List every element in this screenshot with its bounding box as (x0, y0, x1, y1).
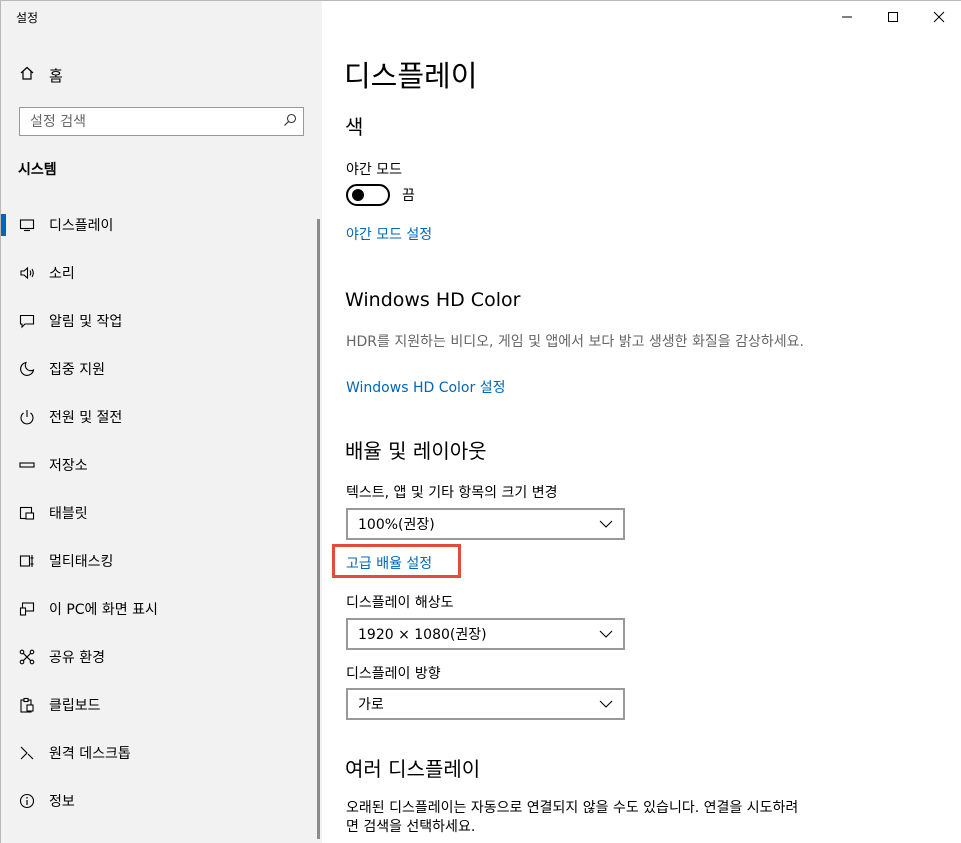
page-title: 디스플레이 (344, 59, 478, 93)
sidebar-item-label: 디스플레이 (49, 218, 114, 234)
sidebar-nav: 디스플레이 소리 알림 및 작업 집중 지원 전원 및 절전 저장소 태블릿 멀… (1, 201, 322, 825)
power-icon (19, 409, 35, 425)
sidebar-item-shared-experiences[interactable]: 공유 환경 (1, 633, 322, 681)
orientation-label: 디스플레이 방향 (346, 666, 441, 682)
home-icon (19, 65, 49, 85)
color-heading: 색 (345, 115, 364, 139)
text-size-select[interactable]: 100%(권장) (346, 508, 625, 540)
night-mode-settings-link[interactable]: 야간 모드 설정 (346, 224, 432, 244)
sidebar-item-tablet[interactable]: 태블릿 (1, 489, 322, 537)
storage-icon (19, 457, 35, 473)
clipboard-icon (19, 697, 35, 713)
settings-window: 설정 홈 시스템 디스플레이 (0, 0, 961, 843)
resolution-select[interactable]: 1920 × 1080(권장) (346, 618, 625, 650)
home-label: 홈 (49, 66, 63, 85)
sidebar-item-clipboard[interactable]: 클립보드 (1, 681, 322, 729)
remote-icon (19, 745, 35, 761)
speaker-icon (19, 265, 35, 281)
chevron-down-icon (599, 626, 613, 642)
section-heading: 시스템 (18, 162, 57, 178)
sidebar: 설정 홈 시스템 디스플레이 (1, 1, 322, 843)
notification-icon (19, 313, 35, 329)
window-title: 설정 (16, 11, 39, 25)
sidebar-item-label: 클립보드 (49, 698, 101, 714)
night-mode-toggle-row: 끔 (346, 184, 415, 206)
sidebar-item-remote-desktop[interactable]: 원격 데스크톱 (1, 729, 322, 777)
text-size-value: 100%(권장) (358, 517, 435, 533)
night-mode-state: 끔 (402, 188, 415, 204)
chevron-down-icon (599, 516, 613, 532)
sidebar-item-label: 태블릿 (49, 506, 88, 522)
sidebar-item-project-to-pc[interactable]: 이 PC에 화면 표시 (1, 585, 322, 633)
tablet-icon (19, 505, 35, 521)
window-controls (824, 1, 961, 33)
minimize-button[interactable] (824, 1, 870, 33)
hdr-heading: Windows HD Color (345, 289, 521, 311)
sidebar-item-focus-assist[interactable]: 집중 지원 (1, 345, 322, 393)
sidebar-scrollbar[interactable] (317, 219, 320, 839)
search-box[interactable] (19, 107, 304, 136)
orientation-select[interactable]: 가로 (346, 688, 625, 720)
sidebar-item-label: 멀티태스킹 (49, 554, 114, 570)
sidebar-item-label: 정보 (49, 794, 75, 810)
resolution-label: 디스플레이 해상도 (346, 595, 454, 611)
close-icon (933, 8, 945, 27)
sidebar-item-label: 공유 환경 (49, 650, 105, 666)
share-icon (19, 649, 35, 665)
sidebar-item-sound[interactable]: 소리 (1, 249, 322, 297)
sidebar-item-storage[interactable]: 저장소 (1, 441, 322, 489)
search-input[interactable] (30, 113, 283, 130)
hdr-description: HDR를 지원하는 비디오, 게임 및 앱에서 보다 밝고 생생한 화질을 감상… (346, 334, 804, 350)
multi-display-description: 오래된 디스플레이는 자동으로 연결되지 않을 수도 있습니다. 연결을 시도하… (346, 800, 799, 835)
multitask-icon (19, 553, 35, 569)
multi-display-heading: 여러 디스플레이 (345, 757, 481, 781)
home-nav-item[interactable]: 홈 (19, 63, 63, 87)
toggle-knob (352, 189, 364, 201)
sidebar-item-label: 저장소 (49, 458, 88, 474)
sidebar-item-about[interactable]: 정보 (1, 777, 322, 825)
sidebar-item-label: 소리 (49, 266, 75, 282)
night-mode-toggle[interactable] (346, 184, 390, 206)
sidebar-item-label: 원격 데스크톱 (49, 746, 131, 762)
sidebar-item-label: 집중 지원 (49, 362, 105, 378)
night-mode-label: 야간 모드 (346, 162, 402, 178)
info-icon (19, 793, 35, 809)
sidebar-item-label: 이 PC에 화면 표시 (49, 602, 158, 618)
sidebar-item-multitasking[interactable]: 멀티태스킹 (1, 537, 322, 585)
main-content: 디스플레이 색 야간 모드 끔 야간 모드 설정 Windows HD Colo… (322, 1, 961, 843)
project-icon (19, 601, 35, 617)
minimize-icon (841, 8, 853, 27)
monitor-icon (19, 217, 35, 233)
chevron-down-icon (599, 696, 613, 712)
sidebar-item-power[interactable]: 전원 및 절전 (1, 393, 322, 441)
sidebar-item-label: 알림 및 작업 (49, 314, 123, 330)
text-size-label: 텍스트, 앱 및 기타 항목의 크기 변경 (346, 485, 558, 501)
orientation-value: 가로 (358, 697, 384, 713)
hdr-settings-link[interactable]: Windows HD Color 설정 (346, 377, 505, 397)
search-icon[interactable] (283, 112, 297, 131)
scale-heading: 배율 및 레이아웃 (345, 439, 487, 463)
sidebar-item-label: 전원 및 절전 (49, 410, 123, 426)
resolution-value: 1920 × 1080(권장) (358, 627, 487, 643)
moon-icon (19, 361, 35, 377)
sidebar-item-display[interactable]: 디스플레이 (1, 201, 322, 249)
advanced-scaling-link[interactable]: 고급 배율 설정 (346, 553, 432, 573)
close-button[interactable] (916, 1, 961, 33)
maximize-icon (887, 8, 899, 27)
sidebar-item-notifications[interactable]: 알림 및 작업 (1, 297, 322, 345)
maximize-button[interactable] (870, 1, 916, 33)
